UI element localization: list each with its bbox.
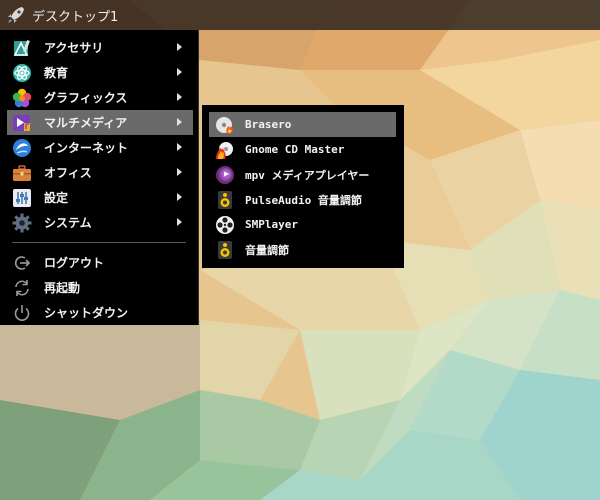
multimedia-icon — [12, 113, 32, 133]
submenu-item-mpv[interactable]: mpv メディアプレイヤー — [209, 162, 396, 187]
chevron-right-icon — [177, 93, 182, 101]
office-icon — [12, 163, 32, 183]
gnome-cd-master-icon — [215, 140, 235, 160]
submenu-item-pulseaudio-volume[interactable]: PulseAudio 音量調節 — [209, 187, 396, 212]
menu-item-label: インターネット — [44, 141, 129, 155]
main-menu: アクセサリ 教育 グラフィックス マルチメディア インターネット オフィス 設定… — [0, 30, 199, 325]
speaker-icon — [215, 240, 235, 260]
menu-item-shutdown[interactable]: シャットダウン — [0, 300, 198, 325]
chevron-right-icon — [177, 143, 182, 151]
shutdown-icon — [12, 303, 32, 323]
brasero-icon — [215, 115, 235, 135]
mpv-icon — [215, 165, 235, 185]
menu-item-label: アクセサリ — [44, 41, 104, 55]
graphics-icon — [12, 88, 32, 108]
menu-item-label: シャットダウン — [44, 306, 129, 320]
menu-item-label: 教育 — [44, 66, 69, 80]
submenu-item-label: 音量調節 — [245, 243, 289, 257]
submenu-item-smplayer[interactable]: SMPlayer — [209, 212, 396, 237]
menu-item-education[interactable]: 教育 — [0, 60, 198, 85]
menu-item-accessories[interactable]: アクセサリ — [0, 35, 198, 60]
chevron-right-icon — [177, 193, 182, 201]
submenu-item-volume-control[interactable]: 音量調節 — [209, 237, 396, 262]
menu-item-system[interactable]: システム — [0, 210, 198, 235]
submenu-item-gnome-cd-master[interactable]: Gnome CD Master — [209, 137, 396, 162]
menu-item-label: システム — [44, 216, 92, 230]
menu-item-label: ログアウト — [44, 256, 105, 270]
chevron-right-icon — [177, 68, 182, 76]
desktop-title: デスクトップ1 — [32, 9, 119, 25]
menu-item-label: 再起動 — [44, 281, 81, 295]
chevron-right-icon — [177, 168, 182, 176]
accessories-icon — [12, 38, 32, 58]
submenu-item-label: Gnome CD Master — [245, 143, 345, 156]
rocket-icon[interactable] — [6, 5, 26, 25]
submenu-item-brasero[interactable]: Brasero — [209, 112, 396, 137]
education-icon — [12, 63, 32, 83]
menu-item-label: 設定 — [44, 191, 69, 205]
taskbar: デスクトップ1 — [0, 0, 600, 30]
menu-item-graphics[interactable]: グラフィックス — [0, 85, 198, 110]
submenu-item-label: PulseAudio 音量調節 — [245, 193, 362, 207]
menu-separator — [12, 242, 186, 243]
system-icon — [12, 213, 32, 233]
restart-icon — [12, 278, 32, 298]
menu-item-logout[interactable]: ログアウト — [0, 250, 198, 275]
menu-item-settings[interactable]: 設定 — [0, 185, 198, 210]
menu-item-label: グラフィックス — [44, 91, 128, 105]
submenu-item-label: SMPlayer — [245, 218, 298, 231]
logout-icon — [12, 253, 32, 273]
smplayer-icon — [215, 215, 235, 235]
chevron-right-icon — [177, 118, 182, 126]
submenu-item-label: Brasero — [245, 118, 292, 131]
menu-item-label: オフィス — [44, 166, 92, 180]
chevron-right-icon — [177, 43, 182, 51]
menu-item-label: マルチメディア — [44, 116, 128, 130]
internet-icon — [12, 138, 32, 158]
menu-item-internet[interactable]: インターネット — [0, 135, 198, 160]
multimedia-submenu: Brasero Gnome CD Master mpv メディアプレイヤー Pu… — [202, 105, 404, 268]
speaker-icon — [215, 190, 235, 210]
menu-item-office[interactable]: オフィス — [0, 160, 198, 185]
menu-item-multimedia[interactable]: マルチメディア — [7, 110, 193, 135]
settings-icon — [12, 188, 32, 208]
menu-item-restart[interactable]: 再起動 — [0, 275, 198, 300]
submenu-item-label: mpv メディアプレイヤー — [245, 168, 370, 182]
chevron-right-icon — [177, 218, 182, 226]
